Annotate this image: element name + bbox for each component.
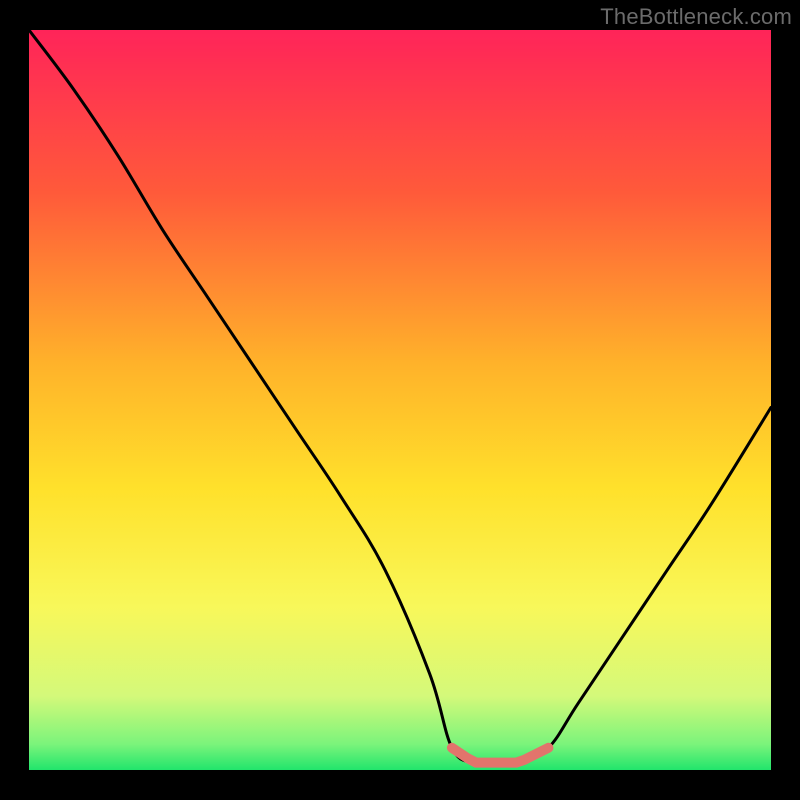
chart-svg xyxy=(29,30,771,770)
chart-frame: TheBottleneck.com xyxy=(0,0,800,800)
plot-area xyxy=(29,30,771,770)
gradient-background xyxy=(29,30,771,770)
watermark-text: TheBottleneck.com xyxy=(600,4,792,30)
